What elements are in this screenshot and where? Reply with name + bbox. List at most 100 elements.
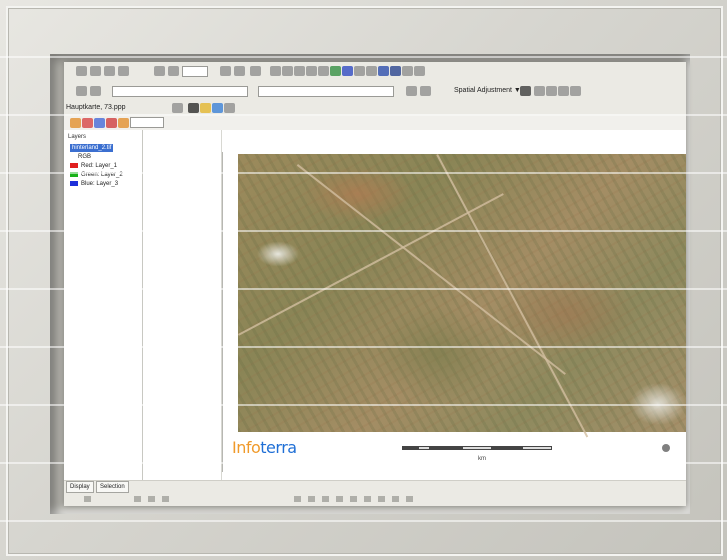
redo-icon[interactable] bbox=[168, 66, 179, 76]
toc-band-blue: Blue: Layer_3 bbox=[70, 180, 118, 188]
open-icon[interactable] bbox=[90, 66, 101, 76]
new-link-icon[interactable] bbox=[534, 86, 545, 96]
italic-icon[interactable] bbox=[378, 496, 385, 502]
bottom-bar: Display Selection bbox=[64, 480, 686, 506]
print-icon[interactable] bbox=[118, 66, 129, 76]
map-road bbox=[238, 193, 504, 336]
tab-display[interactable]: Display bbox=[66, 481, 94, 493]
zoom-out-icon[interactable] bbox=[282, 66, 293, 76]
add-control-point-icon[interactable] bbox=[82, 118, 93, 128]
red-swatch-icon bbox=[70, 162, 78, 168]
green-swatch-icon bbox=[70, 171, 78, 177]
link-table-icon[interactable] bbox=[570, 86, 581, 96]
draw-rectangle-icon[interactable] bbox=[294, 496, 301, 502]
underline-icon[interactable] bbox=[392, 496, 399, 502]
app-screen: Spatial Adjustment ▼ Hauptkarte, 73.ppp bbox=[64, 62, 686, 506]
scalebar-segment bbox=[402, 446, 418, 450]
georef-icon[interactable] bbox=[70, 118, 81, 128]
toc-layer-selected[interactable]: hinterland_2.tif bbox=[70, 144, 114, 152]
secondary-panel bbox=[143, 130, 222, 480]
forward-extent-icon[interactable] bbox=[354, 66, 365, 76]
scalebar-segment bbox=[522, 446, 552, 450]
fixed-zoom-out-icon[interactable] bbox=[306, 66, 317, 76]
text-tool-icon[interactable] bbox=[162, 496, 169, 502]
fill-color-icon[interactable] bbox=[322, 496, 329, 502]
modify-link-icon[interactable] bbox=[546, 86, 557, 96]
toc-layer-rgb: RGB bbox=[78, 154, 92, 160]
toc-title: Layers bbox=[68, 134, 87, 140]
globe-icon[interactable] bbox=[390, 66, 401, 76]
zoom-in-icon[interactable] bbox=[270, 66, 281, 76]
adjust-pointer-icon[interactable] bbox=[520, 86, 531, 96]
transparency-icon[interactable] bbox=[212, 103, 223, 113]
map-road bbox=[296, 164, 566, 375]
page-edge bbox=[222, 152, 223, 472]
attributes-icon[interactable] bbox=[406, 86, 417, 96]
layer-dropdown-icon[interactable] bbox=[172, 103, 183, 113]
layout-view[interactable]: Infoterra km bbox=[222, 130, 686, 480]
fixed-zoom-in-icon[interactable] bbox=[294, 66, 305, 76]
scalebar-segment bbox=[430, 446, 462, 450]
undo-icon[interactable] bbox=[154, 66, 165, 76]
toc-band-green: Green: Layer_2 bbox=[70, 171, 123, 179]
task-combo[interactable] bbox=[112, 86, 248, 97]
toc-band-red-label: Red: Layer_1 bbox=[81, 163, 118, 169]
new-icon[interactable] bbox=[76, 66, 87, 76]
editor-toolbar: Spatial Adjustment ▼ bbox=[64, 82, 686, 101]
copy-icon[interactable] bbox=[234, 66, 245, 76]
bold-icon[interactable] bbox=[364, 496, 371, 502]
pointer-icon[interactable] bbox=[84, 496, 91, 502]
north-arrow-icon bbox=[662, 444, 670, 452]
full-extent-icon[interactable] bbox=[330, 66, 341, 76]
brightness-icon[interactable] bbox=[200, 103, 211, 113]
hyperlink-icon[interactable] bbox=[414, 66, 425, 76]
identify-icon[interactable] bbox=[378, 66, 389, 76]
scalebar-segment bbox=[462, 446, 492, 450]
toc-band-blue-label: Blue: Layer_3 bbox=[81, 181, 119, 187]
align-icon[interactable] bbox=[406, 496, 413, 502]
effects-dropdown-icon[interactable] bbox=[224, 103, 235, 113]
pan-icon[interactable] bbox=[318, 66, 329, 76]
line-color-icon[interactable] bbox=[336, 496, 343, 502]
photo-frame: Spatial Adjustment ▼ Hauptkarte, 73.ppp bbox=[0, 0, 727, 560]
target-combo[interactable] bbox=[258, 86, 394, 97]
main-toolbar bbox=[64, 62, 686, 83]
layer-toolbar: Hauptkarte, 73.ppp bbox=[64, 100, 686, 117]
logo-part-terra: terra bbox=[260, 438, 297, 457]
multi-link-icon[interactable] bbox=[558, 86, 569, 96]
toc-band-red: Red: Layer_1 bbox=[70, 162, 117, 170]
tab-selection[interactable]: Selection bbox=[96, 481, 129, 493]
map-road bbox=[436, 154, 589, 438]
scalebar-segment bbox=[418, 446, 430, 450]
draw-select-icon[interactable] bbox=[134, 496, 141, 502]
aerial-image-map[interactable] bbox=[238, 154, 686, 438]
scale-combo[interactable] bbox=[182, 66, 208, 77]
georef-toolbar bbox=[64, 116, 686, 131]
blue-swatch-icon bbox=[70, 180, 78, 186]
logo-part-info: Info bbox=[232, 438, 261, 457]
zoom-percent-combo[interactable] bbox=[130, 117, 164, 128]
select-features-icon[interactable] bbox=[366, 66, 377, 76]
edit-tool-icon[interactable] bbox=[90, 86, 101, 96]
save-icon[interactable] bbox=[104, 66, 115, 76]
control-point-icon[interactable] bbox=[94, 118, 105, 128]
toc-band-green-label: Green: Layer_2 bbox=[81, 172, 123, 178]
contrast-icon[interactable] bbox=[188, 103, 199, 113]
print-preview-icon[interactable] bbox=[250, 66, 261, 76]
cut-icon[interactable] bbox=[220, 66, 231, 76]
sketch-icon[interactable] bbox=[420, 86, 431, 96]
draw-line-icon[interactable] bbox=[308, 496, 315, 502]
layer-combo[interactable]: Hauptkarte, 73.ppp bbox=[64, 102, 170, 113]
rotate-element-icon[interactable] bbox=[148, 496, 155, 502]
font-color-icon[interactable] bbox=[350, 496, 357, 502]
back-extent-icon[interactable] bbox=[342, 66, 353, 76]
infoterra-logo: Infoterra bbox=[232, 438, 297, 457]
editor-icon[interactable] bbox=[76, 86, 87, 96]
rotate-icon[interactable] bbox=[118, 118, 129, 128]
spatial-adjustment-menu[interactable]: Spatial Adjustment ▼ bbox=[454, 87, 521, 94]
scalebar-segment bbox=[492, 446, 522, 450]
measure-icon[interactable] bbox=[402, 66, 413, 76]
table-of-contents: Layers hinterland_2.tif RGB Red: Layer_1… bbox=[64, 130, 143, 480]
delete-point-icon[interactable] bbox=[106, 118, 117, 128]
scale-unit-label: km bbox=[478, 456, 486, 462]
